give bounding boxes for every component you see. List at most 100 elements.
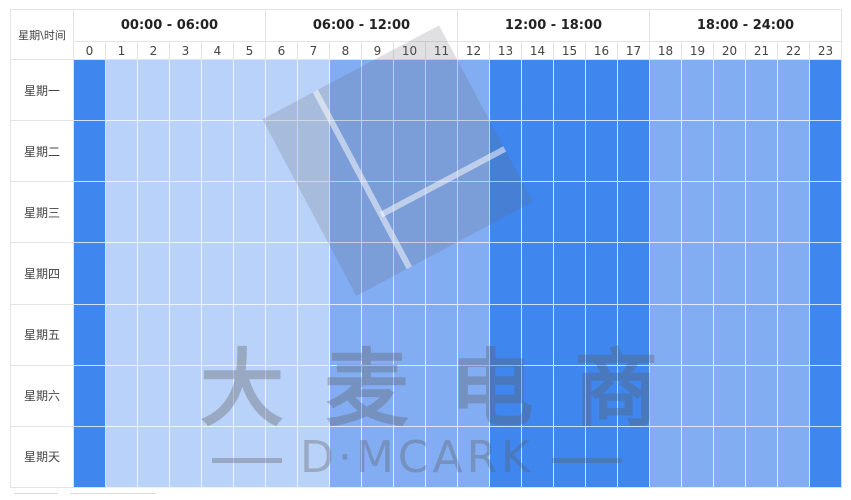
- schedule-cell[interactable]: [170, 243, 202, 305]
- schedule-cell[interactable]: [266, 243, 298, 305]
- schedule-cell[interactable]: [778, 182, 810, 244]
- schedule-cell[interactable]: [266, 60, 298, 122]
- schedule-cell[interactable]: [554, 365, 586, 427]
- schedule-cell[interactable]: [298, 243, 330, 305]
- schedule-cell[interactable]: [298, 426, 330, 488]
- schedule-cell[interactable]: [298, 60, 330, 122]
- schedule-cell[interactable]: [234, 243, 266, 305]
- schedule-cell[interactable]: [74, 60, 106, 122]
- schedule-cell[interactable]: [74, 426, 106, 488]
- schedule-cell[interactable]: [618, 304, 650, 366]
- schedule-cell[interactable]: [810, 182, 842, 244]
- schedule-cell[interactable]: [618, 121, 650, 183]
- schedule-cell[interactable]: [106, 365, 138, 427]
- schedule-cell[interactable]: [810, 365, 842, 427]
- schedule-cell[interactable]: [586, 304, 618, 366]
- schedule-cell[interactable]: [394, 60, 426, 122]
- schedule-cell[interactable]: [458, 60, 490, 122]
- schedule-cell[interactable]: [362, 182, 394, 244]
- schedule-cell[interactable]: [586, 182, 618, 244]
- schedule-cell[interactable]: [298, 365, 330, 427]
- schedule-cell[interactable]: [138, 60, 170, 122]
- schedule-cell[interactable]: [106, 121, 138, 183]
- schedule-cell[interactable]: [650, 121, 682, 183]
- schedule-cell[interactable]: [202, 182, 234, 244]
- schedule-cell[interactable]: [586, 60, 618, 122]
- schedule-cell[interactable]: [74, 121, 106, 183]
- schedule-cell[interactable]: [522, 304, 554, 366]
- schedule-cell[interactable]: [458, 426, 490, 488]
- schedule-cell[interactable]: [586, 365, 618, 427]
- schedule-cell[interactable]: [714, 243, 746, 305]
- schedule-cell[interactable]: [106, 304, 138, 366]
- schedule-cell[interactable]: [522, 426, 554, 488]
- schedule-cell[interactable]: [202, 304, 234, 366]
- schedule-cell[interactable]: [746, 60, 778, 122]
- schedule-cell[interactable]: [746, 121, 778, 183]
- schedule-cell[interactable]: [810, 243, 842, 305]
- schedule-cell[interactable]: [362, 121, 394, 183]
- schedule-cell[interactable]: [426, 365, 458, 427]
- schedule-cell[interactable]: [682, 182, 714, 244]
- schedule-cell[interactable]: [362, 60, 394, 122]
- schedule-cell[interactable]: [74, 304, 106, 366]
- schedule-cell[interactable]: [458, 365, 490, 427]
- schedule-cell[interactable]: [298, 304, 330, 366]
- schedule-cell[interactable]: [554, 426, 586, 488]
- schedule-cell[interactable]: [170, 121, 202, 183]
- schedule-cell[interactable]: [202, 426, 234, 488]
- schedule-cell[interactable]: [394, 243, 426, 305]
- schedule-cell[interactable]: [362, 426, 394, 488]
- schedule-cell[interactable]: [650, 426, 682, 488]
- schedule-cell[interactable]: [618, 60, 650, 122]
- schedule-cell[interactable]: [778, 365, 810, 427]
- schedule-cell[interactable]: [714, 121, 746, 183]
- schedule-cell[interactable]: [330, 60, 362, 122]
- schedule-cell[interactable]: [266, 426, 298, 488]
- schedule-cell[interactable]: [74, 182, 106, 244]
- schedule-cell[interactable]: [266, 304, 298, 366]
- schedule-cell[interactable]: [234, 121, 266, 183]
- schedule-cell[interactable]: [618, 243, 650, 305]
- schedule-cell[interactable]: [682, 304, 714, 366]
- schedule-cell[interactable]: [106, 182, 138, 244]
- schedule-cell[interactable]: [618, 365, 650, 427]
- schedule-cell[interactable]: [298, 182, 330, 244]
- schedule-cell[interactable]: [650, 182, 682, 244]
- schedule-cell[interactable]: [778, 60, 810, 122]
- schedule-cell[interactable]: [138, 304, 170, 366]
- schedule-cell[interactable]: [554, 182, 586, 244]
- schedule-cell[interactable]: [138, 365, 170, 427]
- schedule-cell[interactable]: [234, 60, 266, 122]
- schedule-cell[interactable]: [554, 243, 586, 305]
- schedule-cell[interactable]: [586, 121, 618, 183]
- schedule-cell[interactable]: [234, 304, 266, 366]
- schedule-cell[interactable]: [682, 243, 714, 305]
- schedule-cell[interactable]: [234, 365, 266, 427]
- schedule-cell[interactable]: [426, 243, 458, 305]
- schedule-cell[interactable]: [458, 304, 490, 366]
- schedule-cell[interactable]: [586, 243, 618, 305]
- schedule-cell[interactable]: [714, 365, 746, 427]
- schedule-cell[interactable]: [458, 182, 490, 244]
- schedule-cell[interactable]: [330, 426, 362, 488]
- schedule-cell[interactable]: [650, 304, 682, 366]
- schedule-cell[interactable]: [234, 182, 266, 244]
- schedule-cell[interactable]: [746, 243, 778, 305]
- schedule-cell[interactable]: [362, 243, 394, 305]
- schedule-cell[interactable]: [138, 182, 170, 244]
- schedule-cell[interactable]: [810, 121, 842, 183]
- schedule-cell[interactable]: [490, 60, 522, 122]
- schedule-cell[interactable]: [170, 426, 202, 488]
- schedule-cell[interactable]: [426, 426, 458, 488]
- schedule-cell[interactable]: [106, 60, 138, 122]
- schedule-cell[interactable]: [106, 426, 138, 488]
- schedule-cell[interactable]: [298, 121, 330, 183]
- schedule-cell[interactable]: [490, 182, 522, 244]
- schedule-cell[interactable]: [522, 243, 554, 305]
- schedule-cell[interactable]: [810, 426, 842, 488]
- schedule-cell[interactable]: [522, 60, 554, 122]
- schedule-cell[interactable]: [714, 304, 746, 366]
- schedule-cell[interactable]: [522, 365, 554, 427]
- schedule-cell[interactable]: [554, 121, 586, 183]
